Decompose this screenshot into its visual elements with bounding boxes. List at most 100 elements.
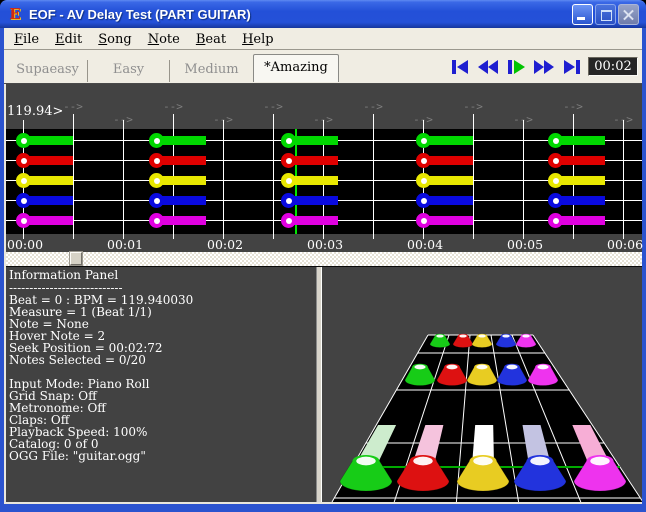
- beat-line: [223, 129, 224, 234]
- menu-help[interactable]: Help: [242, 30, 274, 48]
- gem-highlight: [522, 334, 529, 337]
- gem-highlight: [413, 457, 432, 466]
- beat-line: [473, 129, 474, 234]
- beat-tick: [73, 114, 74, 129]
- note-gem[interactable]: [416, 153, 431, 168]
- note-gem[interactable]: [281, 213, 296, 228]
- beat-tick: [323, 120, 324, 129]
- gem-highlight: [356, 457, 375, 466]
- close-button[interactable]: [618, 4, 639, 25]
- minimize-button[interactable]: [572, 4, 593, 25]
- app-icon: E: [7, 6, 23, 22]
- info-line: Notes Selected = 0/20: [9, 354, 316, 366]
- piano-roll-track[interactable]: [6, 129, 642, 234]
- window-edge-seam: [4, 84, 6, 502]
- note-gem[interactable]: [281, 153, 296, 168]
- beat-tick: [223, 120, 224, 129]
- beat-anchor-arrow: -->: [456, 100, 490, 113]
- timeline-timestamp: 00:04: [407, 237, 445, 252]
- note-gem[interactable]: [149, 193, 164, 208]
- tab-medium[interactable]: Medium: [170, 60, 253, 82]
- note-gem[interactable]: [281, 133, 296, 148]
- menu-beat[interactable]: Beat: [196, 30, 226, 48]
- beat-tick: [73, 234, 74, 239]
- menu-bar: File Edit Song Note Beat Help: [4, 28, 642, 50]
- menu-edit[interactable]: Edit: [55, 30, 82, 48]
- beat-anchor-arrow: -->: [556, 100, 590, 113]
- menu-file[interactable]: File: [14, 30, 39, 48]
- difficulty-tabs: Supaeasy Easy Medium *Amazing: [8, 53, 339, 82]
- bpm-anchor-label: 119.94>: [7, 104, 63, 119]
- gem-highlight: [537, 365, 548, 370]
- piano-roll-header: 119.94> -->-->-->-->-->-->-->-->-->-->--…: [6, 84, 642, 129]
- rewind-button[interactable]: [476, 58, 499, 76]
- horizontal-scrollbar[interactable]: [6, 252, 642, 266]
- beat-tick: [473, 114, 474, 129]
- beat-line: [73, 129, 74, 234]
- note-gem[interactable]: [548, 193, 563, 208]
- info-panel-title: Information Panel: [9, 269, 316, 281]
- beat-tick: [273, 114, 274, 129]
- gem-highlight: [502, 334, 509, 337]
- gem-highlight: [436, 334, 443, 337]
- beat-line: [373, 129, 374, 234]
- tab-easy[interactable]: Easy: [88, 60, 170, 82]
- note-gem[interactable]: [281, 193, 296, 208]
- play-icon: [505, 59, 527, 75]
- note-gem[interactable]: [548, 133, 563, 148]
- note-gem[interactable]: [548, 173, 563, 188]
- information-panel: Information Panel ----------------------…: [6, 267, 316, 502]
- beat-tick: [573, 114, 574, 129]
- scrollbar-thumb[interactable]: [70, 252, 82, 265]
- note-gem[interactable]: [416, 133, 431, 148]
- window-title: EOF - AV Delay Test (PART GUITAR): [29, 7, 251, 22]
- rewind-to-start-icon: [449, 59, 471, 75]
- note-gem[interactable]: [16, 173, 31, 188]
- rewind-to-start-button[interactable]: [448, 58, 471, 76]
- note-gem[interactable]: [16, 213, 31, 228]
- beat-tick: [373, 114, 374, 129]
- forward-to-end-button[interactable]: [560, 58, 583, 76]
- beat-tick: [573, 234, 574, 239]
- maximize-button[interactable]: [595, 4, 616, 25]
- menu-song[interactable]: Song: [98, 30, 131, 48]
- note-gem[interactable]: [416, 193, 431, 208]
- time-display: 00:02: [588, 57, 638, 76]
- beat-tick: [173, 114, 174, 129]
- beat-anchor-arrow: -->: [256, 100, 290, 113]
- timeline-timestamp: 00:05: [507, 237, 545, 252]
- play-button[interactable]: [504, 58, 527, 76]
- note-gem[interactable]: [281, 173, 296, 188]
- piano-roll[interactable]: 119.94> -->-->-->-->-->-->-->-->-->-->--…: [6, 84, 642, 252]
- timeline-timestamp: 00:01: [107, 237, 145, 252]
- fast-forward-button[interactable]: [532, 58, 555, 76]
- note-gem[interactable]: [16, 133, 31, 148]
- menu-note[interactable]: Note: [148, 30, 180, 48]
- fretboard-preview: [322, 267, 642, 502]
- timeline-timestamp: 00:00: [7, 237, 45, 252]
- gem-highlight: [476, 365, 487, 370]
- beat-tick: [423, 120, 424, 129]
- note-gem[interactable]: [548, 213, 563, 228]
- note-gem[interactable]: [16, 153, 31, 168]
- note-gem[interactable]: [548, 153, 563, 168]
- note-gem[interactable]: [149, 213, 164, 228]
- tab-amazing[interactable]: *Amazing: [253, 54, 339, 82]
- caption-buttons: [572, 4, 639, 25]
- note-gem[interactable]: [149, 153, 164, 168]
- note-gem[interactable]: [16, 193, 31, 208]
- gem-highlight: [446, 365, 457, 370]
- beat-tick: [523, 120, 524, 129]
- beat-line: [523, 129, 524, 234]
- beat-tick: [23, 120, 24, 129]
- beat-anchor-arrow: -->: [56, 100, 90, 113]
- tab-supaeasy[interactable]: Supaeasy: [8, 60, 88, 82]
- gem-highlight: [473, 457, 492, 466]
- note-gem[interactable]: [149, 173, 164, 188]
- beat-line: [273, 129, 274, 234]
- note-gem[interactable]: [149, 133, 164, 148]
- note-gem[interactable]: [416, 173, 431, 188]
- timeline-timestamp: 00:03: [307, 237, 345, 252]
- window-edge-seam: [4, 502, 642, 504]
- note-gem[interactable]: [416, 213, 431, 228]
